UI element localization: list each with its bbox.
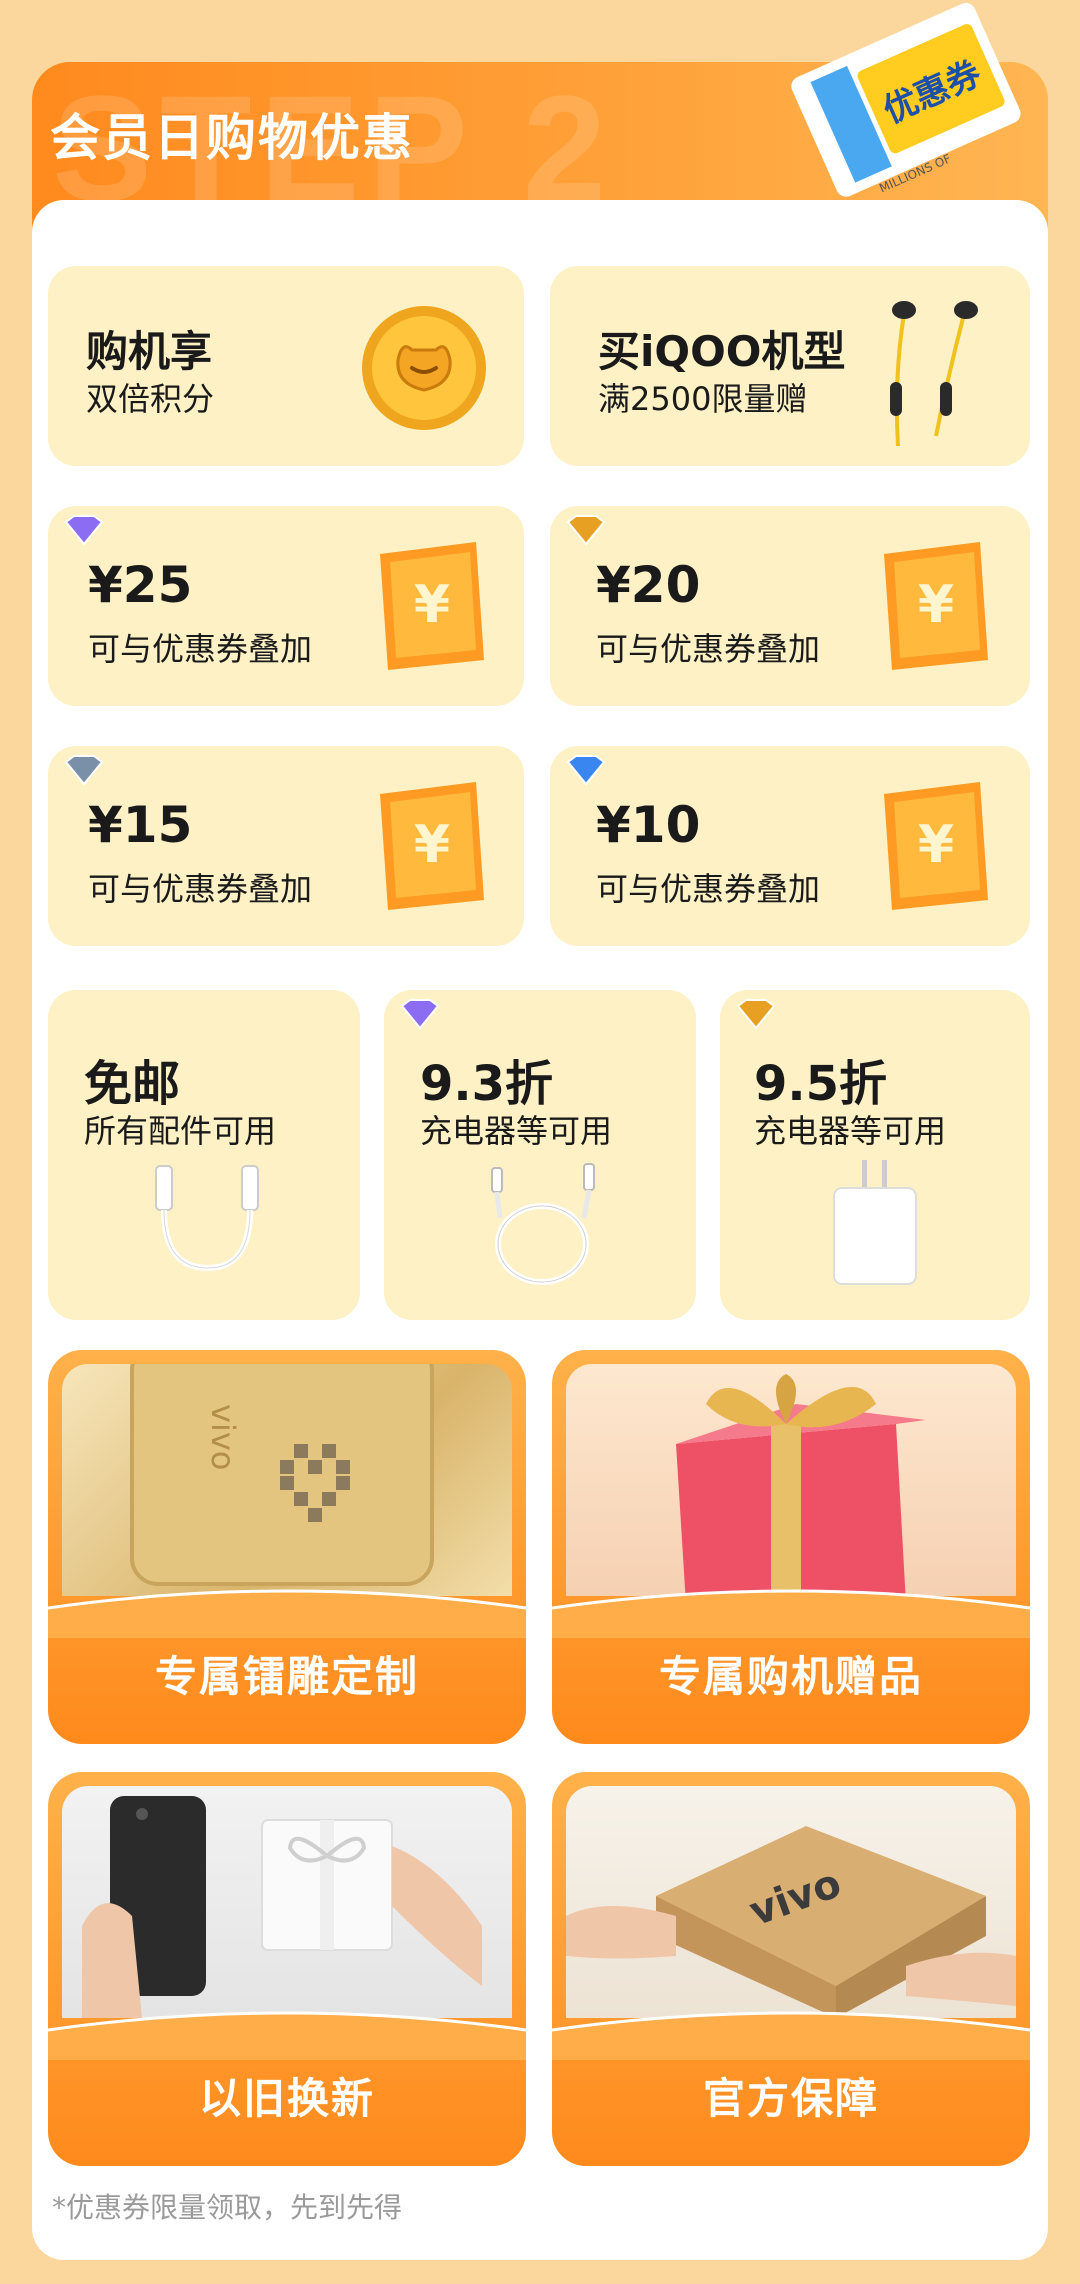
card-subtitle: 满2500限量赠 bbox=[598, 380, 808, 418]
card-subtitle: 充电器等可用 bbox=[420, 1112, 613, 1150]
feature-label: 专属镭雕定制 bbox=[154, 1652, 419, 1701]
discount-95-card[interactable]: 9.5折 充电器等可用 bbox=[720, 990, 1030, 1320]
engraving-card[interactable]: vivo 专属镭雕定制 bbox=[48, 1350, 526, 1744]
card-title: 买iQOO机型 bbox=[598, 327, 846, 376]
delivery-box-image: vivo bbox=[566, 1786, 1016, 2018]
coupon-card-20[interactable]: ¥20 可与优惠券叠加 ¥ bbox=[550, 506, 1030, 706]
charger-icon bbox=[833, 1160, 917, 1285]
page-title: 会员日购物优惠 bbox=[50, 109, 414, 167]
gold-coin-icon bbox=[362, 306, 486, 430]
svg-text:¥: ¥ bbox=[414, 575, 450, 635]
free-shipping-card[interactable]: 免邮 所有配件可用 bbox=[48, 990, 360, 1320]
yuan-coupon-icon: ¥ bbox=[884, 782, 988, 910]
gift-box-image bbox=[566, 1364, 1016, 1596]
official-warranty-card[interactable]: vivo 官方保障 bbox=[552, 1772, 1030, 2166]
coupon-card-15[interactable]: ¥15 可与优惠券叠加 ¥ bbox=[48, 746, 524, 946]
card-subtitle: 双倍积分 bbox=[86, 380, 215, 418]
card-subtitle: 充电器等可用 bbox=[754, 1112, 947, 1150]
cable-icon bbox=[491, 1163, 595, 1285]
trade-in-image bbox=[62, 1786, 512, 2018]
trade-in-card[interactable]: 以旧换新 bbox=[48, 1772, 526, 2166]
coupon-subtitle: 可与优惠券叠加 bbox=[596, 870, 821, 908]
feature-label: 专属购机赠品 bbox=[658, 1652, 923, 1701]
silver-diamond-icon bbox=[64, 755, 104, 786]
engraved-phone-image: vivo bbox=[62, 1364, 512, 1596]
svg-text:¥: ¥ bbox=[918, 815, 954, 875]
card-title: 9.3折 bbox=[420, 1056, 554, 1112]
coupon-subtitle: 可与优惠券叠加 bbox=[596, 630, 821, 668]
yuan-coupon-icon: ¥ bbox=[380, 542, 484, 670]
footnote: *优惠券限量领取，先到先得 bbox=[52, 2191, 403, 2224]
blue-diamond-icon bbox=[566, 755, 606, 786]
card-divider bbox=[48, 1589, 526, 1638]
earphones-icon bbox=[890, 301, 978, 447]
feature-label: 以旧换新 bbox=[198, 2074, 375, 2123]
yuan-coupon-icon: ¥ bbox=[884, 542, 988, 670]
svg-text:vivo: vivo bbox=[204, 1404, 242, 1470]
gold-diamond-icon bbox=[566, 515, 606, 546]
purple-diamond-icon bbox=[64, 515, 104, 546]
card-subtitle: 所有配件可用 bbox=[84, 1112, 277, 1150]
usb-adapter-icon bbox=[155, 1165, 259, 1272]
card-title: 购机享 bbox=[86, 327, 213, 376]
card-title: 9.5折 bbox=[754, 1056, 888, 1112]
discount-93-card[interactable]: 9.3折 充电器等可用 bbox=[384, 990, 696, 1320]
card-divider bbox=[552, 2011, 1030, 2060]
card-divider bbox=[552, 1589, 1030, 1638]
feature-label: 官方保障 bbox=[702, 2074, 879, 2123]
purple-diamond-icon bbox=[400, 999, 440, 1030]
coupon-amount: ¥15 bbox=[88, 796, 193, 854]
card-title: 免邮 bbox=[84, 1056, 181, 1112]
svg-text:¥: ¥ bbox=[414, 815, 450, 875]
yuan-coupon-icon: ¥ bbox=[380, 782, 484, 910]
coupon-amount: ¥20 bbox=[596, 556, 701, 614]
iqoo-gift-card[interactable]: 买iQOO机型 满2500限量赠 bbox=[550, 266, 1030, 466]
gold-diamond-icon bbox=[736, 999, 776, 1030]
coupon-card-10[interactable]: ¥10 可与优惠券叠加 ¥ bbox=[550, 746, 1030, 946]
coupon-card-25[interactable]: ¥25 可与优惠券叠加 ¥ bbox=[48, 506, 524, 706]
gift-card[interactable]: 专属购机赠品 bbox=[552, 1350, 1030, 1744]
coupon-subtitle: 可与优惠券叠加 bbox=[88, 630, 313, 668]
coupon-amount: ¥10 bbox=[596, 796, 701, 854]
svg-text:¥: ¥ bbox=[918, 575, 954, 635]
coupon-subtitle: 可与优惠券叠加 bbox=[88, 870, 313, 908]
card-divider bbox=[48, 2011, 526, 2060]
double-points-card[interactable]: 购机享 双倍积分 bbox=[48, 266, 524, 466]
coupon-amount: ¥25 bbox=[88, 556, 193, 614]
